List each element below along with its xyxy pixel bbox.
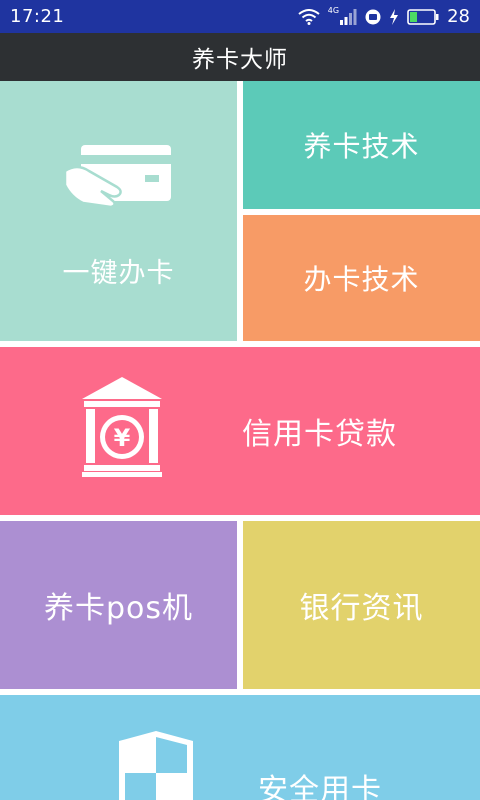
status-bar: 17:21 4G 28 xyxy=(0,0,480,33)
hand-card-icon xyxy=(63,144,171,208)
tile-bank-news[interactable]: 银行资讯 xyxy=(243,521,480,689)
tile-safe-card-use-label: 安全用卡 xyxy=(258,773,382,800)
tile-credit-card-loan-label: 信用卡贷款 xyxy=(242,417,397,452)
svg-text:¥: ¥ xyxy=(114,424,131,452)
hd-icon xyxy=(365,9,381,24)
charging-icon xyxy=(390,8,399,25)
tile-card-maintenance-label: 养卡技术 xyxy=(303,130,420,163)
signal-icon xyxy=(340,8,357,25)
tile-safe-card-use[interactable]: 安全用卡 xyxy=(0,695,480,800)
bank-icon: ¥ xyxy=(82,377,162,477)
tile-pos-machine[interactable]: 养卡pos机 xyxy=(0,521,237,689)
wifi-icon xyxy=(298,8,320,25)
shield-icon xyxy=(119,731,193,800)
battery-icon xyxy=(407,8,439,25)
tile-apply-card[interactable]: 一键办卡 xyxy=(0,81,237,341)
battery-level: 28 xyxy=(447,6,470,27)
tile-card-maintenance[interactable]: 养卡技术 xyxy=(243,81,480,209)
status-time: 17:21 xyxy=(10,6,65,27)
app-title: 养卡大师 xyxy=(192,47,288,73)
tile-credit-card-loan[interactable]: ¥ 信用卡贷款 xyxy=(0,347,480,515)
tile-card-application-tips-label: 办卡技术 xyxy=(303,263,420,296)
tile-apply-card-label: 一键办卡 xyxy=(62,257,175,289)
network-type: 4G xyxy=(327,6,340,15)
app-title-bar: 养卡大师 xyxy=(0,33,480,81)
status-icons: 4G 28 xyxy=(298,6,470,27)
tile-pos-machine-label: 养卡pos机 xyxy=(43,591,194,626)
tile-card-application-tips[interactable]: 办卡技术 xyxy=(243,215,480,341)
tile-bank-news-label: 银行资讯 xyxy=(299,591,424,626)
